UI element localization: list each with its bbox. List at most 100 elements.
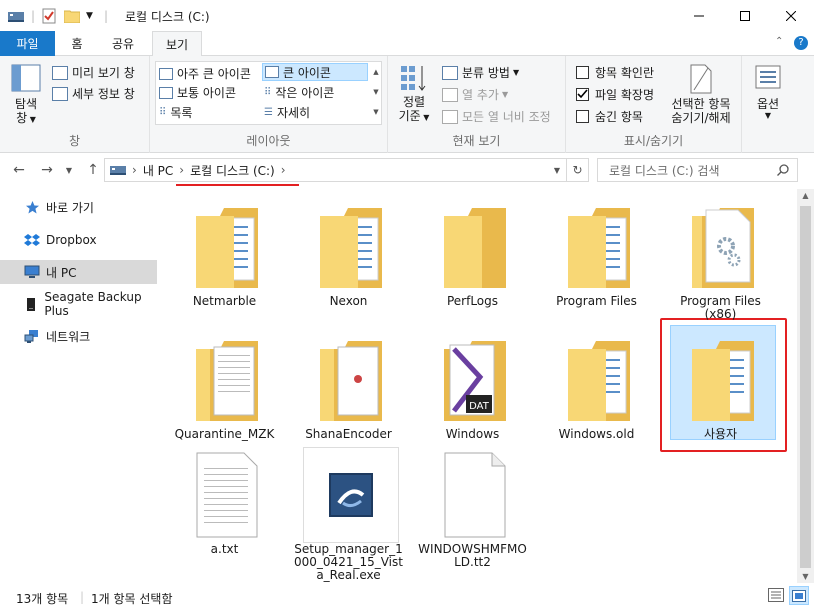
file-item[interactable]: Setup_manager_1000_0421_15_Vista_Real.ex… (294, 447, 403, 582)
minimize-button[interactable] (676, 0, 722, 31)
file-extensions-checkbox[interactable] (576, 88, 589, 101)
up-arrow-icon: ↑ (87, 162, 99, 178)
list-view-icon: ⠿ (159, 107, 167, 118)
file-item[interactable]: Program Files (549, 199, 649, 308)
details-view-toggle[interactable] (768, 588, 784, 605)
sort-icon (401, 66, 426, 91)
layout-scroll-arrows[interactable]: ▲ ▼ ▼ (370, 62, 382, 124)
breadcrumb-separator-icon: › (132, 163, 137, 177)
item-checkboxes-label: 항목 확인란 (595, 66, 655, 80)
vertical-scrollbar[interactable]: ▲ ▼ (797, 189, 814, 583)
nav-item-network[interactable]: 네트워크 (0, 324, 157, 348)
fit-columns-label: 모든 열 너비 조정 (462, 110, 551, 124)
file-item-selected[interactable]: 사용자 (673, 332, 773, 441)
up-button[interactable]: ↑ (82, 159, 104, 181)
file-extensions-label: 파일 확장명 (595, 88, 655, 102)
file-item[interactable]: Netmarble (177, 199, 277, 308)
forward-button[interactable]: → (36, 159, 58, 181)
large-icons-icon (265, 66, 279, 78)
current-view-group: 정렬 기준 ▼ 분류 방법 ▼ 열 추가 ▼ 모든 열 너비 조정 현재 보기 (388, 56, 566, 153)
breadcrumb-local-disk[interactable]: 로컬 디스크 (C:) (176, 162, 299, 186)
maximize-button[interactable] (722, 0, 768, 31)
minimize-icon (694, 15, 704, 16)
hide-selected-button[interactable]: 선택한 항목 숨기기/해제 (666, 64, 736, 125)
add-columns-button[interactable]: 열 추가 ▼ (442, 86, 508, 103)
file-extensions-option[interactable]: 파일 확장명 (576, 86, 654, 103)
fit-columns-button[interactable]: 모든 열 너비 조정 (442, 108, 551, 125)
folder-pages-icon (303, 332, 399, 428)
tab-view[interactable]: 보기 (152, 31, 202, 57)
file-item[interactable]: PerfLogs (425, 199, 525, 308)
item-checkboxes-checkbox[interactable] (576, 66, 589, 79)
large-icons-label: 큰 아이콘 (283, 65, 331, 80)
xl-icons-icon (159, 67, 173, 80)
xl-icons-option[interactable]: 아주 큰 아이콘 (159, 65, 251, 82)
nav-item-quick-access[interactable]: 바로 가기 (0, 195, 157, 219)
ribbon-collapse-icon[interactable]: ⌃ (775, 36, 783, 47)
scroll-down-arrow-icon[interactable]: ▼ (797, 572, 814, 581)
file-item[interactable]: Windows.old (549, 332, 649, 441)
file-item[interactable]: DAT Windows (425, 332, 525, 441)
file-item[interactable]: Nexon (301, 199, 401, 308)
nav-item-seagate[interactable]: Seagate Backup Plus (0, 290, 157, 318)
folder-icon (551, 199, 647, 295)
back-button[interactable]: ← (8, 159, 30, 181)
close-button[interactable] (768, 0, 814, 31)
details-pane-button[interactable]: 세부 정보 창 (52, 85, 135, 102)
file-item[interactable]: Program Files (x86) (673, 199, 773, 321)
tab-home[interactable]: 홈 (58, 31, 96, 56)
explorer-app-icon[interactable] (8, 7, 24, 25)
navigation-pane-button[interactable]: 탐색 창 ▼ (8, 64, 44, 127)
back-arrow-icon: ← (13, 162, 25, 178)
group-by-button[interactable]: 분류 방법 ▼ (442, 64, 519, 81)
file-label: Quarantine_MZK (174, 427, 275, 441)
refresh-icon: ↻ (572, 163, 583, 177)
nav-item-label: Seagate Backup Plus (44, 290, 142, 318)
details-label: 자세히 (276, 106, 311, 120)
tab-share[interactable]: 공유 (100, 31, 146, 56)
selection-count: 1개 항목 선택함 (91, 592, 173, 606)
large-icons-view-toggle[interactable] (789, 586, 809, 605)
refresh-button[interactable]: ↻ (566, 159, 588, 181)
hidden-items-option[interactable]: 숨긴 항목 (576, 108, 643, 125)
hide-selected-icon (690, 64, 712, 94)
list-option[interactable]: ⠿ 목록 (159, 104, 192, 121)
sort-by-button[interactable]: 정렬 기준 ▼ (394, 64, 434, 125)
preview-pane-button[interactable]: 미리 보기 창 (52, 64, 135, 81)
tab-file[interactable]: 파일 (0, 31, 55, 56)
small-icons-option[interactable]: ⠿ 작은 아이콘 (264, 84, 334, 101)
search-box[interactable]: 로컬 디스크 (C:) 검색 (597, 158, 798, 182)
sort-label-1: 정렬 (402, 95, 426, 109)
item-checkboxes-option[interactable]: 항목 확인란 (576, 64, 654, 81)
red-underline-annotation (176, 183, 299, 186)
recent-locations-button[interactable]: ▼ (58, 159, 80, 181)
scroll-up-arrow-icon[interactable]: ▲ (797, 191, 814, 200)
properties-icon[interactable] (42, 7, 56, 25)
breadcrumb-this-pc[interactable]: 내 PC (143, 162, 173, 179)
options-button[interactable]: 옵션 ▼ (748, 64, 788, 120)
search-input[interactable]: 로컬 디스크 (C:) 검색 (609, 162, 720, 179)
file-item[interactable]: Quarantine_MZK (175, 332, 277, 441)
new-folder-icon[interactable] (64, 7, 80, 25)
scrollbar-thumb[interactable] (800, 206, 811, 568)
current-view-group-label: 현재 보기 (452, 134, 501, 148)
qa-customize-icon[interactable]: ▼ (86, 7, 93, 25)
hidden-items-checkbox[interactable] (576, 110, 589, 123)
address-dropdown-button[interactable]: ▼ (554, 166, 560, 175)
file-label: Windows.old (558, 427, 635, 441)
file-item[interactable]: ShanaEncoder (301, 332, 401, 441)
details-option[interactable]: ☰ 자세히 (264, 104, 310, 121)
medium-icons-option[interactable]: 보통 아이콘 (159, 84, 236, 101)
sort-label-2: 기준 (398, 109, 421, 123)
file-item[interactable]: a.txt (177, 447, 277, 556)
file-label: WINDOWSHMFMOLD.tt2 (418, 542, 527, 569)
large-icons-option[interactable]: 큰 아이콘 (262, 63, 368, 81)
address-bar[interactable]: › 내 PC › 로컬 디스크 (C:) › ▼ ↻ (104, 158, 589, 186)
file-item[interactable]: WINDOWSHMFMOLD.tt2 (418, 447, 527, 569)
breadcrumb-separator-icon: › (280, 163, 286, 177)
nav-item-dropbox[interactable]: Dropbox (0, 228, 157, 252)
preview-pane-label: 미리 보기 창 (72, 66, 135, 80)
fit-columns-icon (442, 109, 458, 124)
help-icon[interactable]: ? (794, 36, 808, 50)
nav-item-this-pc[interactable]: 내 PC (0, 260, 157, 284)
